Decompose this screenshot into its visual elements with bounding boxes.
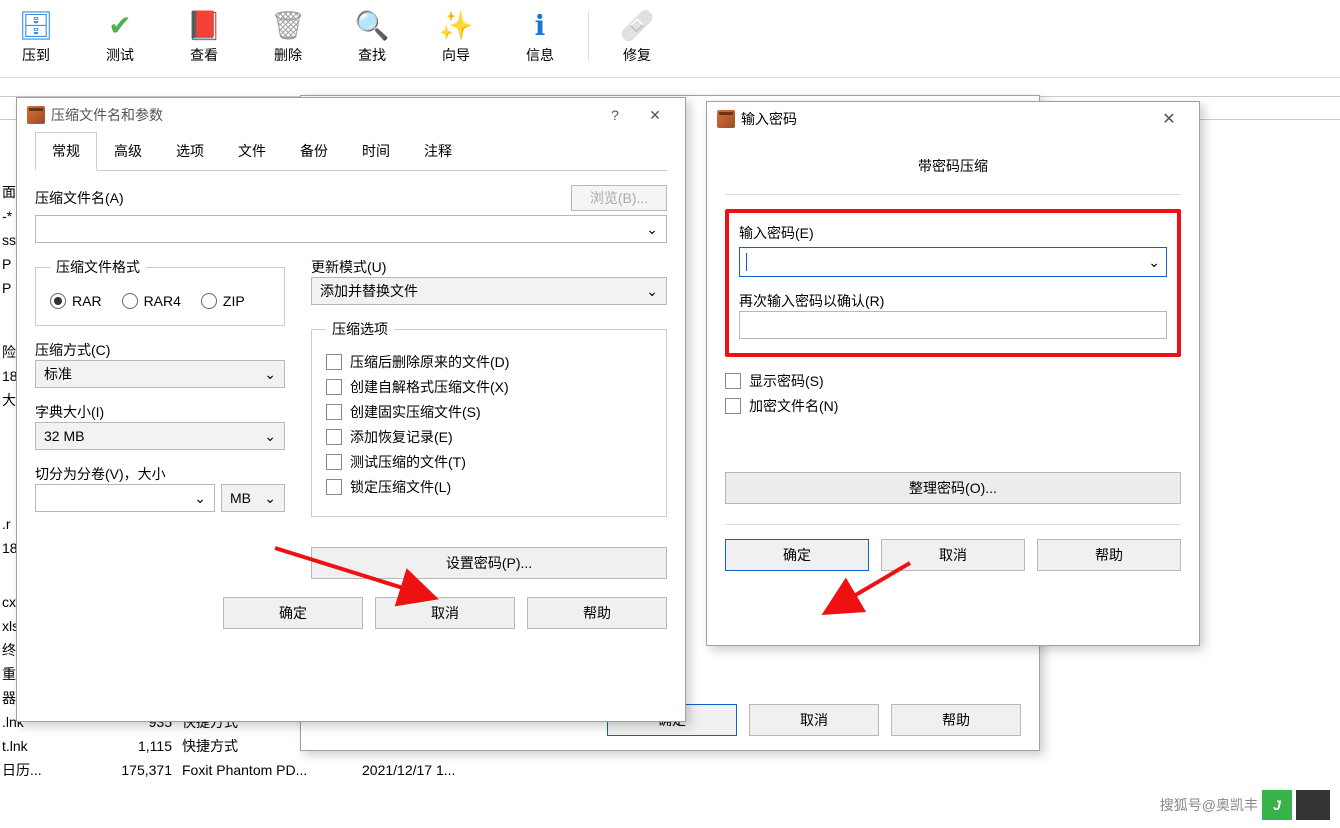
dict-select[interactable]: 32 MB⌄ xyxy=(35,422,285,450)
chk-sfx[interactable]: 创建自解格式压缩文件(X) xyxy=(326,377,652,397)
dlg1-help-button[interactable]: 帮助 xyxy=(527,597,667,629)
organize-passwords-button[interactable]: 整理密码(O)... xyxy=(725,472,1181,504)
dlg1-help-titlebar[interactable]: ? xyxy=(595,101,635,129)
password-label: 输入密码(E) xyxy=(739,225,814,241)
format-legend: 压缩文件格式 xyxy=(50,257,146,277)
toolbar-wizard[interactable]: ✨向导 xyxy=(420,5,492,65)
toolbar-delete[interactable]: 🗑删除 xyxy=(252,5,324,65)
toolbar-extract[interactable]: 🗄压到 xyxy=(0,5,72,65)
method-label: 压缩方式(C) xyxy=(35,340,285,360)
radio-rar[interactable]: RAR xyxy=(50,293,102,309)
archive-name-label: 压缩文件名(A) xyxy=(35,188,124,208)
toolbar-view[interactable]: 📕查看 xyxy=(168,5,240,65)
chevron-down-icon: ⌄ xyxy=(1148,254,1160,271)
close-icon[interactable]: ✕ xyxy=(1149,105,1189,133)
radio-rar4[interactable]: RAR4 xyxy=(122,293,181,309)
browse-button[interactable]: 浏览(B)... xyxy=(571,185,667,211)
password-confirm-label: 再次输入密码以确认(R) xyxy=(739,291,1167,311)
tab-time[interactable]: 时间 xyxy=(345,132,407,170)
dlg2-title: 输入密码 xyxy=(741,109,797,129)
dlg1-title: 压缩文件名和参数 xyxy=(51,105,163,125)
chk-delete-after[interactable]: 压缩后删除原来的文件(D) xyxy=(326,352,652,372)
chk-encrypt-names[interactable]: 加密文件名(N) xyxy=(725,396,1181,416)
tab-advanced[interactable]: 高级 xyxy=(97,132,159,170)
dlg2-heading: 带密码压缩 xyxy=(725,136,1181,194)
tab-backup[interactable]: 备份 xyxy=(283,132,345,170)
archive-name-input[interactable]: ⌄ xyxy=(35,215,667,243)
main-toolbar: 🗄压到 ✔测试 📕查看 🗑删除 🔍查找 ✨向导 ℹ信息 🩹修复 xyxy=(0,0,1340,78)
dlg2-titlebar: 输入密码 ✕ xyxy=(707,102,1199,136)
radio-zip[interactable]: ZIP xyxy=(201,293,245,309)
split-size-input[interactable]: ⌄ xyxy=(35,484,215,512)
split-label: 切分为分卷(V)，大小 xyxy=(35,464,285,484)
tab-general[interactable]: 常规 xyxy=(35,132,97,171)
chk-show-password[interactable]: 显示密码(S) xyxy=(725,371,1181,391)
dlg1-cancel-button[interactable]: 取消 xyxy=(375,597,515,629)
dict-label: 字典大小(I) xyxy=(35,402,285,422)
dlg1-ok-button[interactable]: 确定 xyxy=(223,597,363,629)
toolbar-repair[interactable]: 🩹修复 xyxy=(601,5,673,65)
chevron-down-icon: ⌄ xyxy=(646,221,658,238)
winrar-icon xyxy=(27,106,45,124)
chevron-down-icon: ⌄ xyxy=(264,428,276,445)
options-legend: 压缩选项 xyxy=(326,319,394,339)
chevron-down-icon: ⌄ xyxy=(264,490,276,507)
close-icon[interactable]: ✕ xyxy=(635,101,675,129)
update-mode-select[interactable]: 添加并替换文件⌄ xyxy=(311,277,667,305)
highlight-box: 输入密码(E) ⌄ 再次输入密码以确认(R) xyxy=(725,209,1181,357)
format-fieldset: 压缩文件格式 RAR RAR4 ZIP xyxy=(35,257,285,326)
password-dialog: 输入密码 ✕ 带密码压缩 输入密码(E) ⌄ 再次输入密码以确认(R) 显示密码… xyxy=(706,101,1200,646)
hidden-help-button[interactable]: 帮助 xyxy=(891,704,1021,736)
split-unit-select[interactable]: MB⌄ xyxy=(221,484,285,512)
chk-test[interactable]: 测试压缩的文件(T) xyxy=(326,452,652,472)
chk-solid[interactable]: 创建固实压缩文件(S) xyxy=(326,402,652,422)
dlg2-ok-button[interactable]: 确定 xyxy=(725,539,869,571)
toolbar-info[interactable]: ℹ信息 xyxy=(504,5,576,65)
password-confirm-input[interactable] xyxy=(739,311,1167,339)
set-password-button[interactable]: 设置密码(P)... xyxy=(311,547,667,579)
toolbar-find[interactable]: 🔍查找 xyxy=(336,5,408,65)
tab-strip: 常规 高级 选项 文件 备份 时间 注释 xyxy=(35,132,667,171)
update-mode-label: 更新模式(U) xyxy=(311,257,667,277)
chevron-down-icon: ⌄ xyxy=(194,490,206,507)
dlg2-cancel-button[interactable]: 取消 xyxy=(881,539,1025,571)
hidden-cancel-button[interactable]: 取消 xyxy=(749,704,879,736)
tab-files[interactable]: 文件 xyxy=(221,132,283,170)
archive-params-dialog: 压缩文件名和参数 ? ✕ 常规 高级 选项 文件 备份 时间 注释 压缩文件名(… xyxy=(16,97,686,722)
chk-recovery[interactable]: 添加恢复记录(E) xyxy=(326,427,652,447)
dlg2-help-button[interactable]: 帮助 xyxy=(1037,539,1181,571)
chevron-down-icon: ⌄ xyxy=(646,283,658,300)
dlg1-titlebar: 压缩文件名和参数 ? ✕ xyxy=(17,98,685,132)
method-select[interactable]: 标准⌄ xyxy=(35,360,285,388)
tab-options[interactable]: 选项 xyxy=(159,132,221,170)
winrar-icon xyxy=(717,110,735,128)
chk-lock[interactable]: 锁定压缩文件(L) xyxy=(326,477,652,497)
tab-comment[interactable]: 注释 xyxy=(407,132,469,170)
chevron-down-icon: ⌄ xyxy=(264,366,276,383)
watermark: 搜狐号@奥凯丰 J xyxy=(1160,790,1330,820)
options-fieldset: 压缩选项 压缩后删除原来的文件(D) 创建自解格式压缩文件(X) 创建固实压缩文… xyxy=(311,319,667,517)
password-input[interactable]: ⌄ xyxy=(739,247,1167,277)
toolbar-test[interactable]: ✔测试 xyxy=(84,5,156,65)
